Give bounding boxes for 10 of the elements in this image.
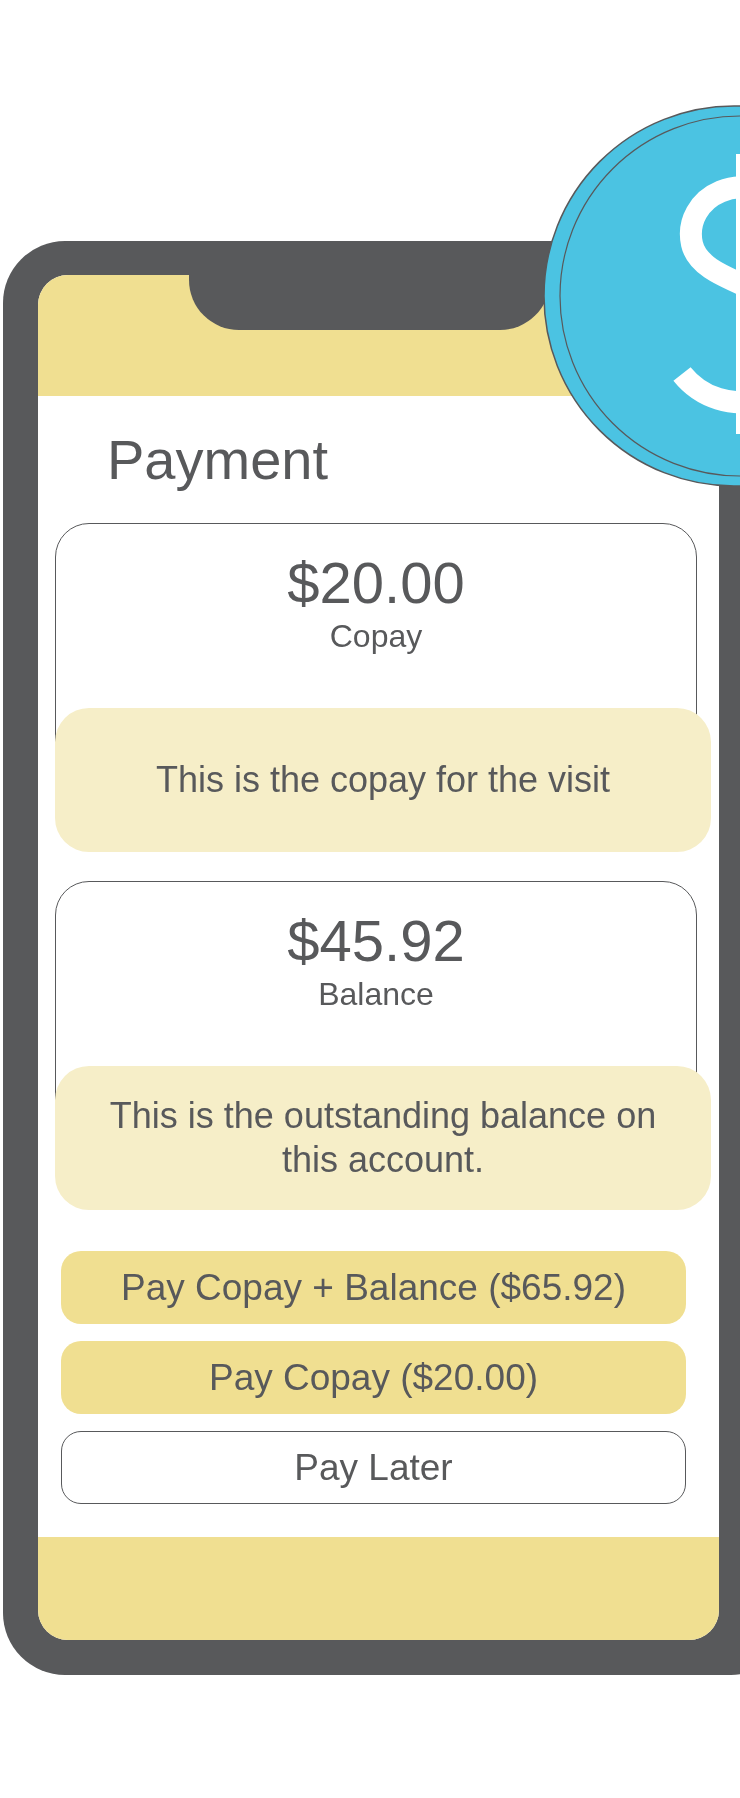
pay-button[interactable]: Pay Copay ($20.00) [61, 1341, 686, 1414]
amount-label: Copay [329, 617, 423, 656]
page-title: Payment [106, 427, 329, 493]
info-note: This is the outstanding balance on this account. [55, 1066, 711, 1210]
info-note: This is the copay for the visit [55, 708, 711, 852]
amount-text: $20.00 [287, 550, 465, 616]
amount-text: $45.92 [287, 908, 465, 974]
pay-button[interactable]: Pay Later [61, 1431, 686, 1504]
amount-label: Balance [318, 975, 434, 1014]
pay-button[interactable]: Pay Copay + Balance ($65.92) [61, 1251, 686, 1324]
